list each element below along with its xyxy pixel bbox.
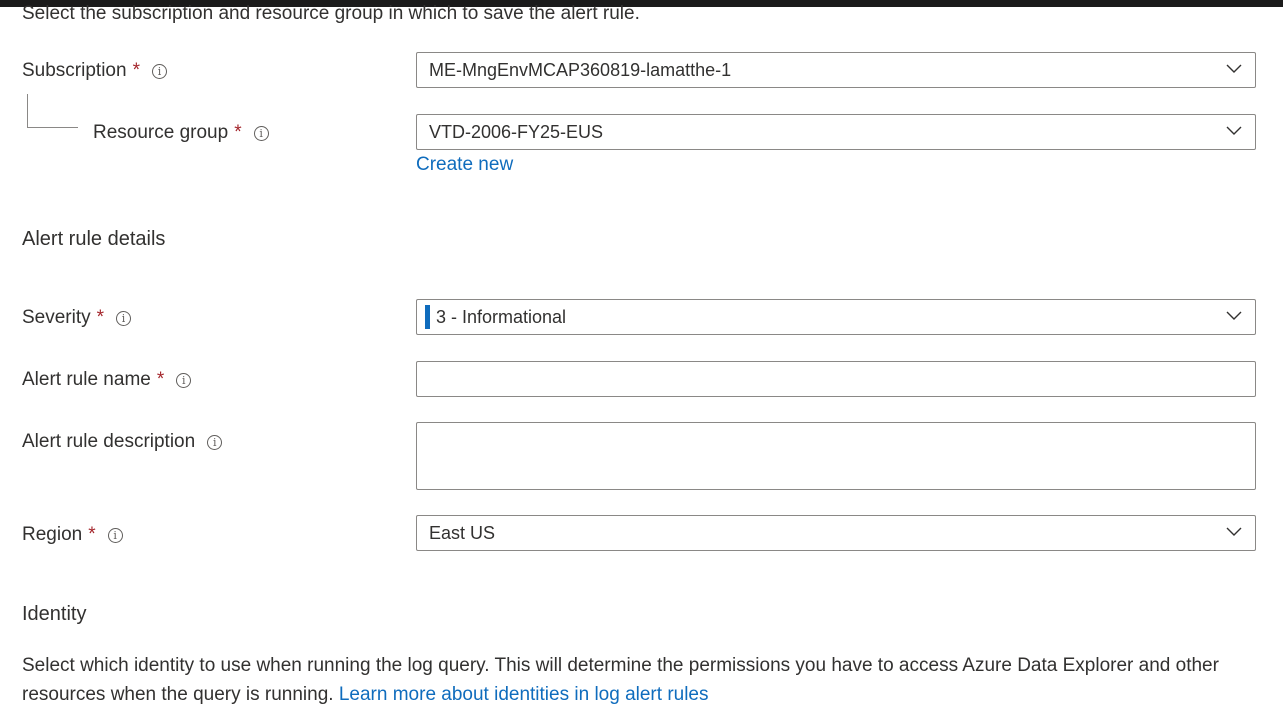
info-icon[interactable]: i	[253, 125, 269, 141]
required-marker: *	[132, 60, 140, 81]
severity-dropdown[interactable]: 3 - Informational	[416, 299, 1256, 335]
region-dropdown[interactable]: East US	[416, 515, 1256, 551]
alert-rule-name-label-row: Alert rule name * i	[22, 366, 192, 394]
alert-rule-description-textarea[interactable]	[416, 422, 1256, 490]
severity-label-row: Severity * i	[22, 304, 132, 332]
region-value: East US	[429, 522, 496, 543]
chevron-down-icon	[1226, 64, 1242, 73]
resource-group-dropdown[interactable]: VTD-2006-FY25-EUS	[416, 114, 1256, 150]
severity-label: Severity	[22, 307, 91, 328]
region-label: Region	[22, 524, 83, 545]
required-marker: *	[156, 369, 165, 390]
info-icon[interactable]: i	[107, 527, 123, 543]
subscription-label: Subscription	[22, 60, 127, 81]
severity-value: 3 - Informational	[436, 306, 567, 327]
chevron-down-icon	[1226, 311, 1242, 320]
identity-heading: Identity	[22, 603, 87, 625]
subscription-value: ME-MngEnvMCAP360819-lamatthe-1	[429, 59, 732, 80]
chevron-down-icon	[1226, 527, 1242, 536]
alert-rule-name-label: Alert rule name	[22, 369, 151, 390]
info-icon[interactable]: i	[151, 63, 167, 79]
create-new-link[interactable]: Create new	[416, 154, 513, 176]
identity-description: Select which identity to use when runnin…	[22, 651, 1262, 709]
alert-rule-name-input[interactable]	[416, 361, 1256, 397]
required-marker: *	[88, 524, 96, 545]
resource-group-value: VTD-2006-FY25-EUS	[429, 121, 604, 142]
required-marker: *	[96, 307, 105, 328]
region-label-row: Region * i	[22, 521, 123, 549]
hierarchy-connector	[27, 94, 78, 128]
required-marker: *	[234, 122, 242, 143]
severity-color-indicator	[425, 305, 430, 329]
alert-rule-description-label-row: Alert rule description i	[22, 428, 223, 456]
resource-group-label: Resource group	[93, 122, 229, 143]
subscription-dropdown[interactable]: ME-MngEnvMCAP360819-lamatthe-1	[416, 52, 1256, 88]
resource-group-label-row: Resource group * i	[93, 119, 269, 147]
info-icon[interactable]: i	[207, 434, 223, 450]
intro-text: Select the subscription and resource gro…	[22, 3, 640, 24]
subscription-label-row: Subscription * i	[22, 57, 167, 85]
learn-more-identities-link[interactable]: Learn more about identities in log alert…	[339, 684, 709, 705]
info-icon[interactable]: i	[176, 372, 192, 388]
info-icon[interactable]: i	[116, 310, 132, 326]
alert-rule-description-label: Alert rule description	[22, 431, 196, 452]
alert-rule-details-heading: Alert rule details	[22, 228, 166, 250]
chevron-down-icon	[1226, 126, 1242, 135]
